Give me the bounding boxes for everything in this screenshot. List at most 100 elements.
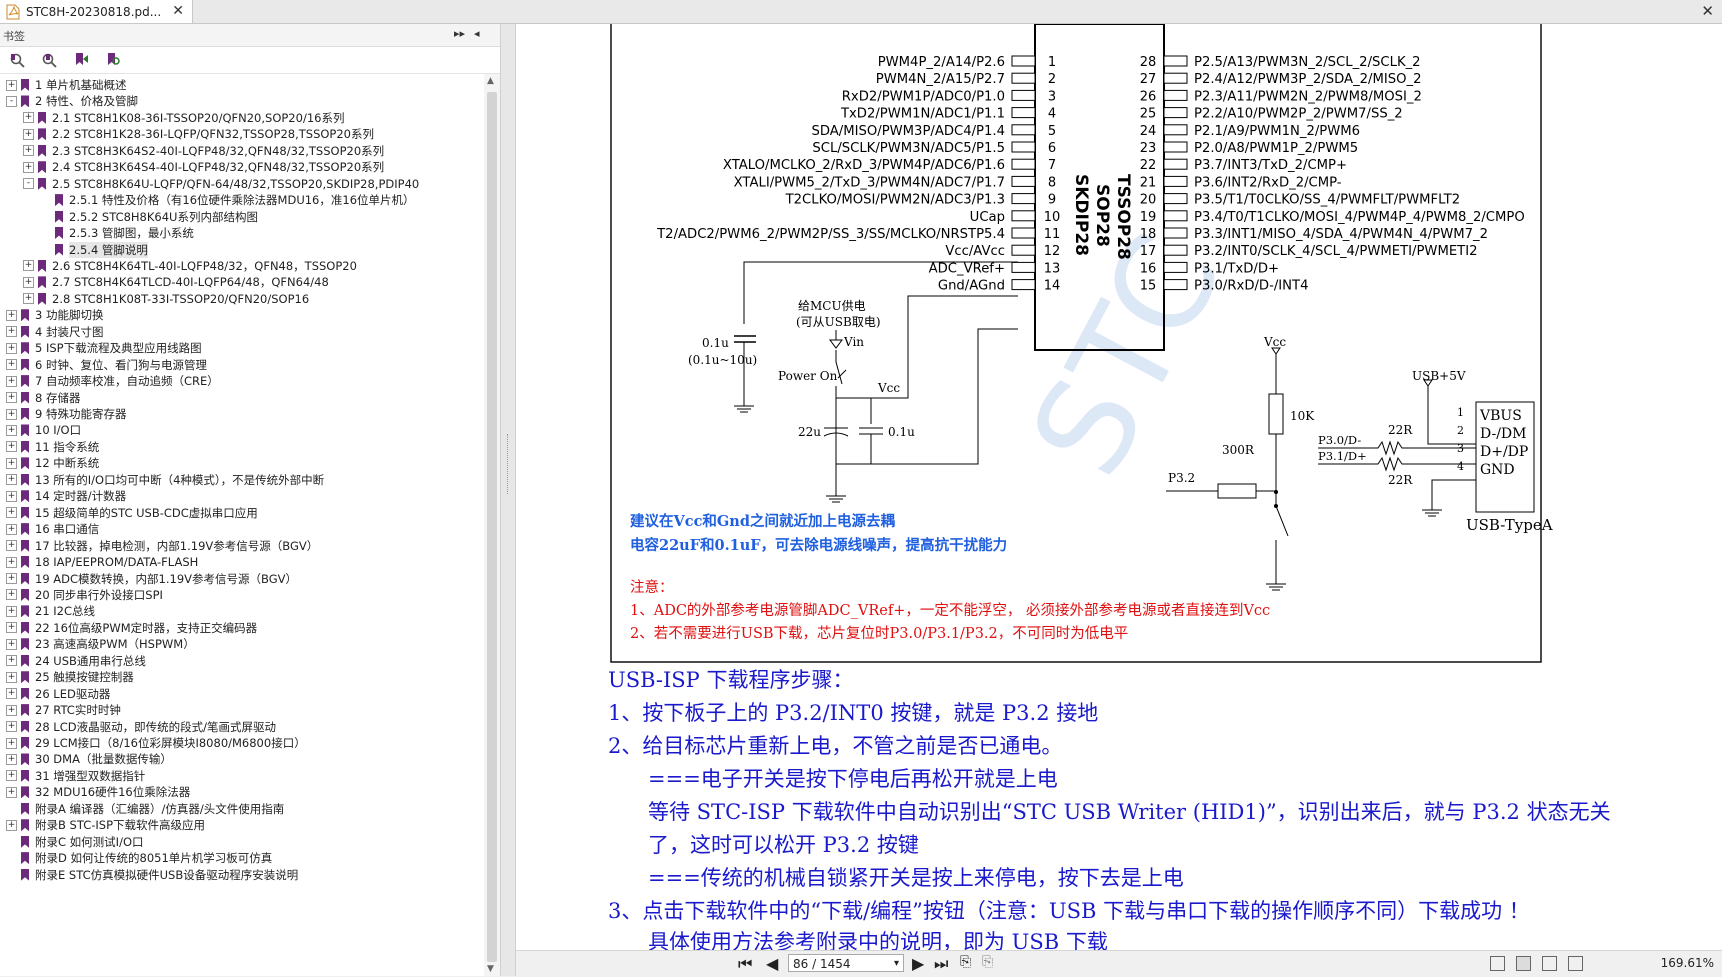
expand-icon[interactable]: + [6,79,17,91]
expand-icon[interactable]: + [6,540,17,552]
bookmark-item[interactable]: 2.5.3 管脚图，最小系统 [0,224,484,242]
bookmark-item[interactable]: +23 高速高级PWM（HSPWM） [0,635,484,653]
previous-page-icon[interactable]: ◀ [766,954,778,973]
bookmark-item[interactable]: +11 指令系统 [0,438,484,456]
expand-icon[interactable]: + [6,408,17,420]
sidebar-options-icon[interactable]: ▸▸ [454,27,465,40]
bookmark-item[interactable]: +13 所有的I/O口均可中断（4种模式），不是传统外部中断 [0,471,484,489]
expand-icon[interactable]: + [6,655,17,667]
bookmark-item[interactable]: +2.8 STC8H1K08T-33I-TSSOP20/QFN20/SOP16 [0,290,484,308]
expand-icon[interactable]: + [23,293,34,305]
bookmark-item[interactable]: 2.5.1 特性及价格（有16位硬件乘除法器MDU16，准16位单片机） [0,191,484,209]
bookmark-item[interactable]: +10 I/O口 [0,421,484,439]
expand-icon[interactable]: + [6,556,17,568]
expand-icon[interactable]: + [6,622,17,634]
collapse-icon[interactable]: - [23,178,34,190]
bookmark-item[interactable]: +26 LED驱动器 [0,685,484,703]
bookmark-item[interactable]: +6 时钟、复位、看门狗与电源管理 [0,356,484,374]
bookmark-item[interactable]: +24 USB通用串行总线 [0,652,484,670]
document-viewer[interactable]: STC TSSOP28 SOP28 SKDIP28 1 PWM4P_2/A14/P… [516,24,1722,958]
collapse-icon[interactable]: - [6,95,17,107]
scroll-up-icon[interactable]: ▲ [487,76,494,86]
book-view-icon[interactable] [1568,956,1583,971]
bookmark-item[interactable]: +2.3 STC8H3K64S2-40I-LQFP48/32,QFN48/32,… [0,142,484,160]
scroll-down-icon[interactable]: ▼ [487,964,494,974]
bookmark-item[interactable]: +25 触摸按键控制器 [0,668,484,686]
bookmark-item[interactable]: +15 超级简单的STC USB-CDC虚拟串口应用 [0,504,484,522]
expand-icon[interactable]: + [6,424,17,436]
forward-icon[interactable]: ⎘ [982,954,993,970]
bookmark-item[interactable]: + 附录B STC-ISP下载软件高级应用 [0,816,484,834]
last-page-icon[interactable]: ⏭ [934,954,948,974]
close-window-icon[interactable]: ✕ [1701,2,1714,20]
bookmark-item[interactable]: +22 16位高级PWM定时器，支持正交编码器 [0,619,484,637]
expand-icon[interactable]: + [23,128,34,140]
expand-icon[interactable]: + [6,704,17,716]
collapse-all-bookmarks-icon[interactable] [40,51,58,69]
collapse-sidebar-icon[interactable]: ◂ [474,27,480,40]
bookmark-item[interactable]: - 2 特性、价格及管脚 [0,92,484,110]
expand-icon[interactable]: + [6,573,17,584]
document-tab[interactable]: STC8H-20230818.pd... ✕ [0,0,193,23]
expand-icon[interactable]: + [23,161,34,173]
bookmark-item[interactable]: +7 自动频率校准，自动追频（CRE） [0,372,484,390]
expand-icon[interactable]: + [6,507,17,519]
expand-icon[interactable]: + [6,671,17,683]
expand-icon[interactable]: + [6,753,17,765]
expand-icon[interactable]: + [23,260,34,272]
bookmark-item[interactable]: 附录A 编译器（汇编器）/仿真器/头文件使用指南 [0,800,484,818]
expand-icon[interactable]: + [6,457,17,469]
bookmark-item[interactable]: +27 RTC实时时钟 [0,701,484,719]
expand-icon[interactable]: + [6,392,17,404]
expand-icon[interactable]: + [6,721,17,733]
previous-bookmark-icon[interactable] [72,51,90,69]
find-bookmark-icon[interactable] [104,51,122,69]
bookmark-item[interactable]: +3 功能脚切换 [0,306,484,324]
next-page-icon[interactable]: ▶ [912,954,924,973]
bookmark-item[interactable]: 2.5.2 STC8H8K64U系列内部结构图 [0,208,484,226]
single-page-view-icon[interactable] [1490,956,1505,971]
bookmark-item[interactable]: +2.7 STC8H4K64TLCD-40I-LQFP64/48，QFN64/4… [0,273,484,291]
scrollbar-thumb[interactable] [487,92,497,962]
bookmark-item[interactable]: 附录C 如何测试I/O口 [0,833,484,851]
expand-icon[interactable]: + [6,375,17,387]
bookmark-item[interactable]: +9 特殊功能寄存器 [0,405,484,423]
bookmark-item[interactable]: +2.6 STC8H4K64TL-40I-LQFP48/32，QFN48，TSS… [0,257,484,275]
bookmark-item[interactable]: +19 ADC模数转换，内部1.19V参考信号源（BGV） [0,570,484,588]
close-tab-icon[interactable]: ✕ [172,3,184,19]
expand-icon[interactable]: + [6,474,17,486]
bookmark-item[interactable]: +1 单片机基础概述 [0,76,484,94]
expand-icon[interactable]: + [6,523,17,535]
bookmark-item[interactable]: +28 LCD液晶驱动，即传统的段式/笔画式屏驱动 [0,718,484,736]
expand-icon[interactable]: + [6,819,17,831]
expand-icon[interactable]: + [6,309,17,321]
expand-icon[interactable]: + [6,786,17,798]
bookmark-item[interactable]: +21 I2C总线 [0,602,484,620]
bookmark-item[interactable]: +30 DMA（批量数据传输） [0,750,484,768]
expand-icon[interactable]: + [6,359,17,371]
bookmark-item[interactable]: - 2.5 STC8H8K64U-LQFP/QFN-64/48/32,TSSOP2… [0,175,484,193]
expand-icon[interactable]: + [6,441,17,453]
expand-icon[interactable]: + [23,112,34,124]
first-page-icon[interactable]: ⏮ [738,954,752,974]
bookmark-item[interactable]: 附录D 如何让传统的8051单片机学习板可仿真 [0,849,484,867]
bookmark-item[interactable]: +32 MDU16硬件16位乘除法器 [0,783,484,801]
bookmark-item[interactable]: +8 存储器 [0,389,484,407]
page-number-input[interactable]: 86 / 1454 ▾ [788,954,904,972]
bookmark-item[interactable]: +29 LCM接口（8/16位彩屏模块I8080/M6800接口） [0,734,484,752]
bookmark-item[interactable]: +12 中断系统 [0,454,484,472]
bookmark-item[interactable]: +18 IAP/EEPROM/DATA-FLASH [0,553,484,571]
expand-icon[interactable]: + [6,737,17,749]
page-dropdown-icon[interactable]: ▾ [894,955,899,973]
bookmark-item[interactable]: +17 比较器，掉电检测，内部1.19V参考信号源（BGV） [0,537,484,555]
expand-icon[interactable]: + [23,276,34,288]
bookmark-item[interactable]: +31 增强型双数据指针 [0,767,484,785]
expand-icon[interactable]: + [6,638,17,650]
bookmark-item[interactable]: +14 定时器/计数器 [0,487,484,505]
sidebar-splitter[interactable] [501,24,516,976]
splitter-grip[interactable] [507,434,510,494]
bookmark-item[interactable]: +2.4 STC8H3K64S4-40I-LQFP48/32,QFN48/32,… [0,158,484,176]
zoom-level[interactable]: 169.61% [1661,956,1714,970]
expand-icon[interactable]: + [6,688,17,700]
bookmark-item[interactable]: 附录E STC仿真模拟硬件USB设备驱动程序安装说明 [0,866,484,884]
